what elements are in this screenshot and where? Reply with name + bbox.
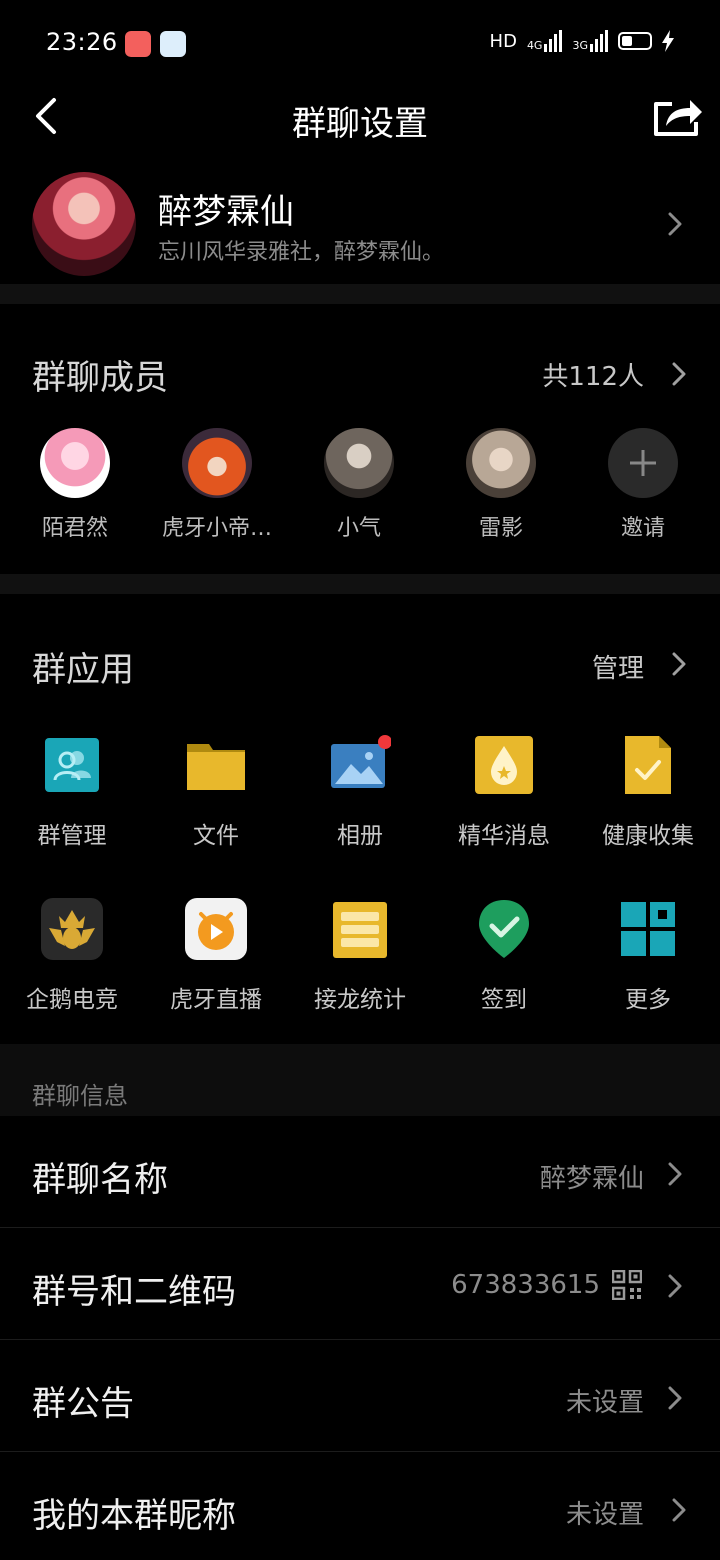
invite-label: 邀请: [620, 516, 665, 541]
avatar: [324, 428, 394, 498]
member-item[interactable]: 陌君然: [5, 428, 145, 542]
app-label: 文件: [193, 823, 239, 849]
info-section-header: 群聊信息: [0, 1044, 720, 1116]
huya-live-icon: [185, 898, 247, 960]
status-time: 23:26: [46, 28, 118, 56]
avatar: [182, 428, 252, 498]
row-group-name[interactable]: 群聊名称 醉梦霖仙: [0, 1116, 720, 1228]
check-in-icon: [479, 900, 529, 958]
row-group-number-qr[interactable]: 群号和二维码 673833615: [0, 1228, 720, 1340]
signal-3g-icon: 3G: [572, 30, 608, 52]
member-item[interactable]: 小气: [289, 428, 429, 542]
health-collect-icon: [625, 736, 671, 794]
app-label: 群管理: [37, 823, 107, 849]
chevron-right-icon[interactable]: [672, 652, 686, 676]
members-title: 群聊成员: [32, 358, 168, 398]
app-album[interactable]: 相册: [288, 734, 432, 850]
app-label: 虎牙直播: [170, 987, 262, 1013]
qr-code-icon: [612, 1270, 642, 1300]
hd-indicator: HD: [489, 30, 517, 52]
member-item[interactable]: 虎牙小帝…: [147, 428, 287, 542]
header: 群聊设置: [0, 88, 720, 148]
status-bar: 23:26 HD 4G 3G: [0, 0, 720, 88]
section-divider: [0, 284, 720, 304]
app-label: 接龙统计: [314, 987, 406, 1013]
browser-app-icon: [160, 31, 186, 57]
app-label: 更多: [625, 987, 671, 1013]
member-name: 陌君然: [41, 516, 108, 541]
row-my-nickname[interactable]: 我的本群昵称 未设置: [0, 1452, 720, 1560]
chain-stats-icon: [333, 902, 387, 958]
member-name: 雷影: [478, 516, 523, 541]
group-description: 忘川风华录雅社，醉梦霖仙。: [158, 240, 445, 265]
featured-message-icon: [475, 736, 533, 794]
row-value: 未设置: [565, 1500, 644, 1530]
folder-icon: [187, 744, 245, 790]
group-number: 673833615: [451, 1270, 600, 1300]
share-icon[interactable]: [652, 94, 704, 138]
more-apps-icon: [621, 902, 675, 956]
avatar: [40, 428, 110, 498]
row-label: 群号和二维码: [32, 1272, 236, 1312]
chevron-right-icon[interactable]: [672, 362, 686, 386]
page-title: 群聊设置: [292, 104, 428, 144]
section-divider: [0, 574, 720, 594]
chevron-right-icon: [672, 1498, 686, 1522]
invite-button[interactable]: 邀请: [573, 428, 713, 542]
member-name: 虎牙小帝…: [161, 516, 272, 541]
charging-icon: [662, 30, 674, 52]
row-value: 未设置: [565, 1388, 644, 1418]
row-value: 醉梦霖仙: [539, 1164, 644, 1194]
chevron-right-icon: [668, 1274, 682, 1298]
app-more[interactable]: 更多: [576, 898, 720, 1014]
app-check-in[interactable]: 签到: [432, 898, 576, 1014]
member-name: 小气: [336, 516, 381, 541]
app-label: 企鹅电竞: [26, 987, 118, 1013]
app-label: 健康收集: [602, 823, 694, 849]
app-label: 签到: [481, 987, 527, 1013]
app-featured[interactable]: 精华消息: [432, 734, 576, 850]
group-profile[interactable]: 醉梦霖仙 忘川风华录雅社，醉梦霖仙。: [0, 168, 720, 284]
app-health[interactable]: 健康收集: [576, 734, 720, 850]
app-files[interactable]: 文件: [144, 734, 288, 850]
app-group-manage[interactable]: 群管理: [0, 734, 144, 850]
row-announcement[interactable]: 群公告 未设置: [0, 1340, 720, 1452]
info-section-title: 群聊信息: [32, 1082, 128, 1110]
app-label: 精华消息: [458, 823, 550, 849]
penguin-esports-icon: [41, 898, 103, 960]
app-huya[interactable]: 虎牙直播: [144, 898, 288, 1014]
apps-manage-link[interactable]: 管理: [592, 648, 644, 685]
chevron-right-icon: [668, 212, 682, 236]
member-item[interactable]: 雷影: [431, 428, 571, 542]
row-label: 群聊名称: [32, 1160, 168, 1200]
row-label: 群公告: [32, 1384, 134, 1424]
row-label: 我的本群昵称: [32, 1496, 236, 1536]
group-avatar: [32, 172, 136, 276]
members-count[interactable]: 共112人: [542, 356, 644, 393]
chevron-right-icon: [668, 1386, 682, 1410]
app-label: 相册: [337, 823, 383, 849]
app-chain-stats[interactable]: 接龙统计: [288, 898, 432, 1014]
group-manage-icon: [45, 738, 99, 792]
chevron-right-icon: [668, 1162, 682, 1186]
group-name: 醉梦霖仙: [158, 192, 294, 232]
battery-icon: [618, 32, 652, 50]
apps-title: 群应用: [32, 650, 134, 690]
status-indicators: HD 4G 3G: [490, 30, 674, 52]
signal-4g-icon: 4G: [527, 30, 563, 52]
app-penguin-esports[interactable]: 企鹅电竞: [0, 898, 144, 1014]
avatar: [466, 428, 536, 498]
plus-icon: [608, 428, 678, 498]
music-app-icon: [125, 31, 151, 57]
photo-album-icon: [331, 735, 392, 788]
